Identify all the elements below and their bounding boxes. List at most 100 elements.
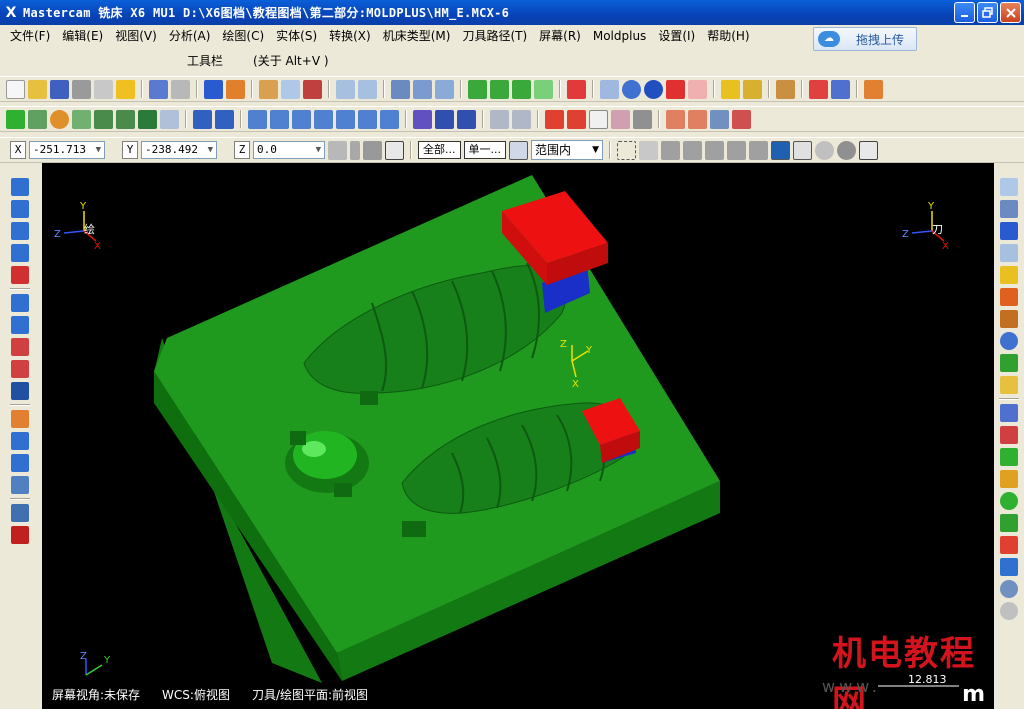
body-select-icon[interactable]	[727, 140, 746, 160]
y-coord-input[interactable]: -238.492 ▼	[141, 141, 217, 159]
cylinder-icon[interactable]	[138, 109, 157, 129]
thicken-icon[interactable]	[11, 432, 29, 450]
face-select-icon[interactable]	[683, 140, 702, 160]
menu-analyze[interactable]: 分析(A)	[163, 27, 217, 44]
fit-icon[interactable]	[259, 79, 278, 99]
right-spline-icon[interactable]	[1000, 426, 1018, 444]
shell-icon[interactable]	[11, 294, 29, 312]
exclamation-icon[interactable]	[350, 140, 360, 160]
xform-rotate-icon[interactable]	[270, 109, 289, 129]
open-folder-icon[interactable]	[28, 79, 47, 99]
redo-icon[interactable]	[171, 79, 190, 99]
arrow-cursor-icon[interactable]	[639, 140, 658, 160]
tool-manager-icon[interactable]	[666, 109, 685, 129]
remove-face-icon[interactable]	[11, 454, 29, 472]
edge-select-icon[interactable]	[705, 140, 724, 160]
iso-cube-icon[interactable]	[468, 79, 487, 99]
right-arc-icon[interactable]	[1000, 404, 1018, 422]
wcs-status[interactable]: WCS:俯视图	[162, 686, 230, 703]
right-cross-icon[interactable]	[1000, 310, 1018, 328]
select-single-button[interactable]: 单一...	[463, 141, 506, 159]
line-icon[interactable]	[28, 109, 47, 129]
move-up-icon[interactable]	[490, 109, 509, 129]
right-pan-icon[interactable]	[1000, 222, 1018, 240]
break-icon[interactable]	[215, 109, 234, 129]
close-button[interactable]	[1000, 2, 1021, 23]
graphics-viewport[interactable]: Y Z X 绘 Y Z X 刀 Z Y X Z Y 机电教程网 www. 12.…	[42, 163, 994, 709]
menu-help[interactable]: 帮助(H)	[701, 27, 755, 44]
loft-down-icon[interactable]	[11, 244, 29, 262]
pencil-icon[interactable]	[721, 79, 740, 99]
menu-moldplus[interactable]: Moldplus	[587, 29, 652, 43]
select-box-icon[interactable]	[617, 140, 636, 160]
right-gview-icon[interactable]	[1000, 200, 1018, 218]
x-coord-input[interactable]: -251.713 ▼	[29, 141, 105, 159]
extrude-up-icon[interactable]	[11, 178, 29, 196]
pan-icon[interactable]	[204, 79, 223, 99]
trim-solid-icon[interactable]	[11, 382, 29, 400]
chamfer-solid-icon[interactable]	[11, 360, 29, 378]
stop-circle-icon[interactable]	[837, 140, 856, 160]
new-file-icon[interactable]	[6, 79, 25, 99]
brush-icon[interactable]	[776, 79, 795, 99]
analyze-icon[interactable]	[600, 79, 619, 99]
gview-front-icon[interactable]	[413, 79, 432, 99]
help-icon[interactable]	[385, 140, 404, 160]
save-icon[interactable]	[50, 79, 69, 99]
save-view-icon[interactable]	[633, 109, 652, 129]
wire-cube-icon[interactable]	[534, 79, 553, 99]
right-line-icon[interactable]	[1000, 470, 1018, 488]
right-fit-icon[interactable]	[1000, 244, 1018, 262]
right-folder-icon[interactable]	[1000, 376, 1018, 394]
top-cube-icon[interactable]	[490, 79, 509, 99]
front-cube-icon[interactable]	[512, 79, 531, 99]
print-preview-icon[interactable]	[94, 79, 113, 99]
zoom-target-icon[interactable]	[303, 79, 322, 99]
restore-button[interactable]	[977, 2, 998, 23]
solid-select-icon[interactable]	[661, 140, 680, 160]
point-plus-icon[interactable]	[6, 109, 25, 129]
right-cube-icon[interactable]	[1000, 558, 1018, 576]
backplot-icon[interactable]	[732, 109, 751, 129]
menu-solids[interactable]: 实体(S)	[270, 27, 323, 44]
menu-screen[interactable]: 屏幕(R)	[533, 27, 587, 44]
menu-xform[interactable]: 转换(X)	[323, 27, 377, 44]
eraser-icon[interactable]	[611, 109, 630, 129]
xform-roll-icon[interactable]	[380, 109, 399, 129]
rectangle-icon[interactable]	[72, 109, 91, 129]
verify-icon[interactable]	[710, 109, 729, 129]
menu-file[interactable]: 文件(F)	[4, 27, 56, 44]
xform-array-icon[interactable]	[358, 109, 377, 129]
filter-select-icon[interactable]	[793, 140, 812, 160]
gview-top-icon[interactable]	[391, 79, 410, 99]
menu-view[interactable]: 视图(V)	[109, 27, 163, 44]
zoom-window-icon[interactable]	[281, 79, 300, 99]
fillet-solid-icon[interactable]	[11, 338, 29, 356]
pencils-icon[interactable]	[743, 79, 762, 99]
undo-icon[interactable]	[149, 79, 168, 99]
boolean-icon[interactable]	[11, 316, 29, 334]
zoom-out-icon[interactable]	[358, 79, 377, 99]
tool-plane-status[interactable]: 刀具/绘图平面:前视图	[252, 686, 368, 703]
outline-shape-icon[interactable]	[688, 79, 707, 99]
help-selection-icon[interactable]	[859, 140, 878, 160]
dimension-icon[interactable]	[160, 109, 179, 129]
tool-library-icon[interactable]	[688, 109, 707, 129]
solid-box-icon[interactable]	[11, 266, 29, 284]
layout-icon[interactable]	[11, 476, 29, 494]
right-target-icon[interactable]	[1000, 580, 1018, 598]
table-rows-icon[interactable]	[567, 109, 586, 129]
right-grid-icon[interactable]	[1000, 288, 1018, 306]
right-zoom-icon[interactable]	[1000, 178, 1018, 196]
right-pencil-icon[interactable]	[1000, 266, 1018, 284]
back-select-icon[interactable]	[749, 140, 768, 160]
select-all-button[interactable]: 全部...	[418, 141, 461, 159]
xform-translate-icon[interactable]	[248, 109, 267, 129]
xform-offset-icon[interactable]	[336, 109, 355, 129]
red-shape-icon[interactable]	[666, 79, 685, 99]
z-coord-input[interactable]: 0.0 ▼	[253, 141, 325, 159]
sphere-icon[interactable]	[644, 79, 663, 99]
page-icon[interactable]	[589, 109, 608, 129]
xform-scale-icon[interactable]	[314, 109, 333, 129]
menu-machine-type[interactable]: 机床类型(M)	[377, 27, 457, 44]
